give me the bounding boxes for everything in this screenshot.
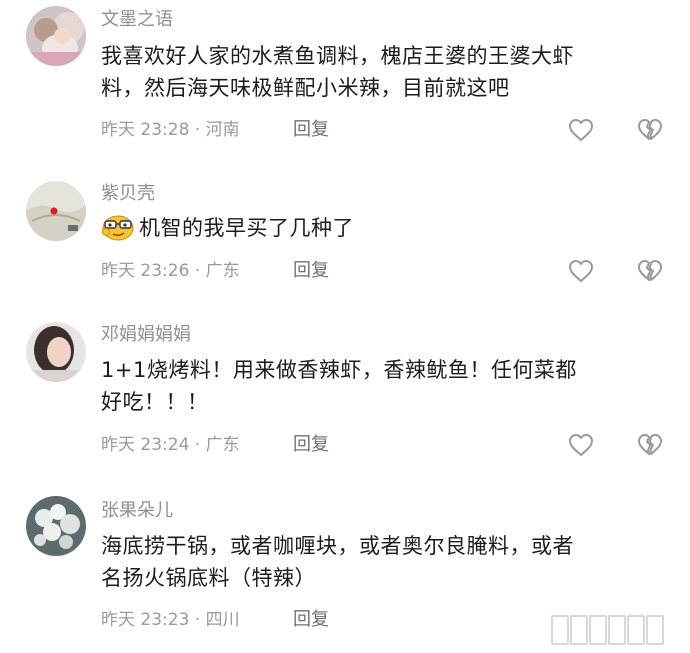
comment-text-line: 机智的我早买了几种了	[101, 212, 661, 244]
watermark-glyph	[608, 615, 626, 645]
heart-outline-icon	[569, 434, 593, 456]
comment-text-line: 我喜欢好人家的水煮鱼调料，槐店王婆的王婆大虾	[101, 44, 574, 68]
watermark-glyph	[646, 615, 664, 645]
heart-outline-icon	[569, 119, 593, 141]
comment-text-line: 好吃！！！	[101, 390, 209, 414]
username[interactable]: 文墨之语	[101, 9, 173, 31]
watermark-glyph	[551, 615, 569, 645]
comment-text: 我喜欢好人家的水煮鱼调料，槐店王婆的王婆大虾 料，然后海天味极鲜配小米辣，目前就…	[101, 40, 661, 104]
comment-meta: 昨天 23:28 · 河南	[101, 120, 240, 140]
reply-button[interactable]: 回复	[293, 119, 329, 141]
dislike-button[interactable]	[637, 118, 663, 142]
comment-meta: 昨天 23:24 · 广东	[101, 435, 240, 455]
like-button[interactable]	[568, 259, 594, 283]
avatar[interactable]	[26, 322, 86, 382]
comment-text-line: 海底捞干锅，或者咖喱块，或者奥尔良腌料，或者	[101, 534, 574, 558]
comment-text-line: 1+1烧烤料！用来做香辣虾，香辣鱿鱼！任何菜都	[101, 358, 577, 382]
username[interactable]: 紫贝壳	[101, 183, 155, 205]
avatar[interactable]	[26, 6, 86, 66]
smart-face-emoji	[102, 215, 134, 241]
dislike-button[interactable]	[637, 433, 663, 457]
broken-heart-icon	[638, 260, 662, 281]
like-button[interactable]	[568, 433, 594, 457]
comment-text: 机智的我早买了几种了	[101, 212, 661, 244]
comment-text-line: 料，然后海天味极鲜配小米辣，目前就这吧	[101, 76, 510, 100]
heart-outline-icon	[569, 260, 593, 282]
username[interactable]: 张果朵儿	[101, 500, 173, 522]
comment-meta: 昨天 23:23 · 四川	[101, 610, 240, 630]
watermark-glyph	[570, 615, 588, 645]
username[interactable]: 邓娟娟娟娟	[101, 324, 191, 346]
comment-text: 1+1烧烤料！用来做香辣虾，香辣鱿鱼！任何菜都 好吃！！！	[101, 354, 661, 418]
comment-text-line: 名扬火锅底料（特辣）	[101, 566, 316, 590]
avatar[interactable]	[26, 181, 86, 241]
like-button[interactable]	[568, 118, 594, 142]
reply-button[interactable]: 回复	[293, 609, 329, 631]
reply-button[interactable]: 回复	[293, 260, 329, 282]
broken-heart-icon	[638, 434, 662, 455]
comment-meta: 昨天 23:26 · 广东	[101, 261, 240, 281]
comment-text-line: 机智的我早买了几种了	[139, 216, 354, 240]
watermark-glyph	[627, 615, 645, 645]
broken-heart-icon	[638, 119, 662, 140]
comment-text: 海底捞干锅，或者咖喱块，或者奥尔良腌料，或者 名扬火锅底料（特辣）	[101, 530, 661, 594]
watermark	[551, 615, 664, 645]
reply-button[interactable]: 回复	[293, 434, 329, 456]
watermark-glyph	[589, 615, 607, 645]
avatar[interactable]	[26, 496, 86, 556]
dislike-button[interactable]	[637, 259, 663, 283]
